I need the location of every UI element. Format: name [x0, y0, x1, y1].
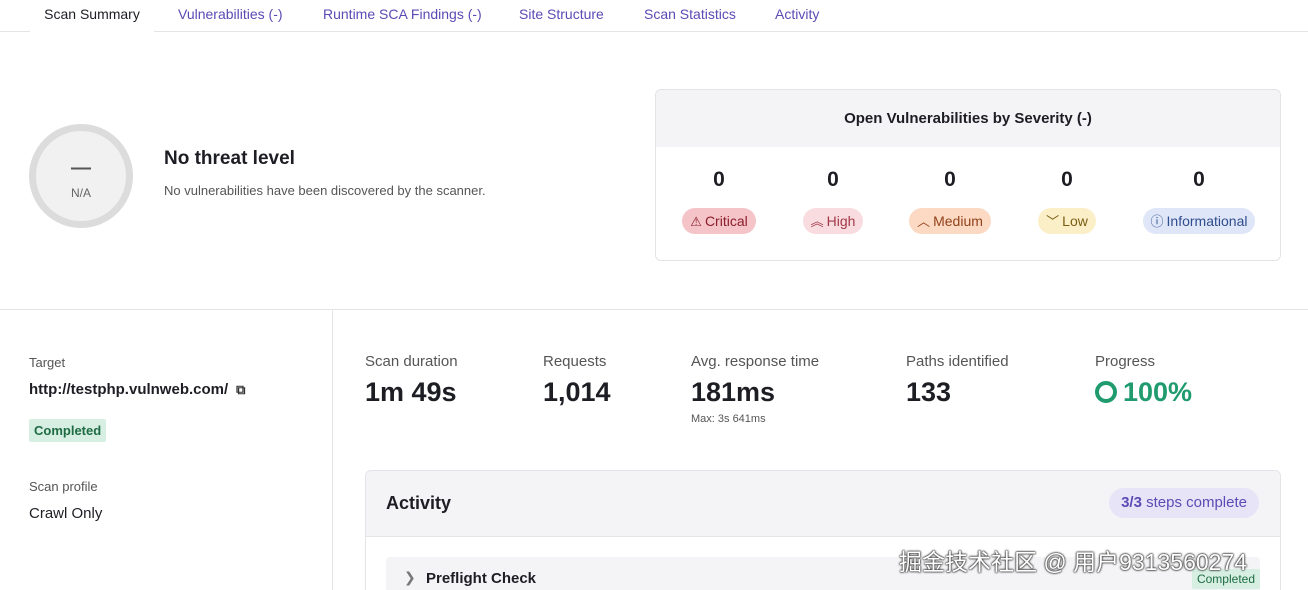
severity-high[interactable]: 0 ︽ High — [773, 168, 893, 234]
step-name: Preflight Check — [426, 570, 537, 587]
tab-site-structure[interactable]: Site Structure — [519, 0, 604, 32]
scan-duration-label: Scan duration — [365, 353, 458, 370]
status-badge: Completed — [29, 419, 107, 442]
severity-low[interactable]: 0 ﹀ Low — [1007, 168, 1127, 234]
progress-label: Progress — [1095, 353, 1156, 370]
info-circle-icon: ⓘ — [1150, 214, 1164, 229]
severity-pill-low[interactable]: ﹀ Low — [1038, 208, 1096, 234]
severity-count: 0 — [944, 168, 956, 191]
threat-gauge-dash: — — [71, 157, 91, 179]
requests-label: Requests — [543, 353, 607, 370]
severity-critical[interactable]: 0 ⚠ Critical — [659, 168, 779, 234]
target-url-text[interactable]: http://testphp.vulnweb.com/ — [29, 381, 228, 398]
scan-profile-label: Scan profile — [29, 479, 98, 494]
severity-count: 0 — [827, 168, 839, 191]
progress-percent: 100% — [1123, 377, 1193, 407]
threat-description: No vulnerabilities have been discovered … — [164, 183, 486, 198]
threat-title: No threat level — [164, 148, 295, 169]
chevron-up-icon: ︿ — [917, 214, 931, 229]
chevron-right-icon[interactable]: ❯ — [404, 569, 416, 586]
severity-label: Critical — [704, 213, 748, 229]
severity-label: High — [826, 213, 856, 229]
severity-card: Open Vulnerabilities by Severity (-) 0 ⚠… — [655, 89, 1281, 261]
chevron-down-icon: ﹀ — [1046, 214, 1060, 229]
severity-pill-high[interactable]: ︽ High — [802, 208, 864, 234]
threat-gauge: — N/A — [29, 124, 133, 228]
tab-bar: Scan Summary Vulnerabilities (-) Runtime… — [0, 0, 1308, 32]
severity-pill-medium[interactable]: ︿ Medium — [909, 208, 991, 234]
target-label: Target — [29, 355, 66, 370]
severity-card-title: Open Vulnerabilities by Severity (-) — [656, 90, 1280, 147]
external-link-icon[interactable]: ⧉ — [236, 382, 245, 398]
severity-medium[interactable]: 0 ︿ Medium — [890, 168, 1010, 234]
tab-activity[interactable]: Activity — [775, 0, 819, 32]
threat-gauge-label: N/A — [70, 186, 91, 200]
double-chevron-up-icon: ︽ — [810, 214, 824, 229]
avg-response-label: Avg. response time — [691, 353, 820, 370]
watermark: 掘金技术社区 @ 用户9313560274 — [899, 549, 1248, 575]
column-divider — [332, 310, 333, 590]
severity-count: 0 — [713, 168, 725, 191]
warning-triangle-icon: ⚠ — [690, 214, 702, 229]
paths-identified-label: Paths identified — [906, 353, 1009, 370]
progress-value: 100% — [1095, 377, 1192, 408]
severity-pill-critical[interactable]: ⚠ Critical — [682, 208, 756, 234]
progress-ring-icon — [1095, 381, 1117, 403]
tab-runtime-sca-findings[interactable]: Runtime SCA Findings (-) — [323, 0, 482, 32]
steps-text: steps complete — [1146, 494, 1247, 511]
severity-count: 0 — [1193, 168, 1205, 191]
severity-informational[interactable]: 0 ⓘ Informational — [1129, 168, 1269, 234]
max-response-value: Max: 3s 641ms — [691, 413, 766, 425]
requests-value: 1,014 — [543, 377, 611, 407]
avg-response-value: 181ms — [691, 377, 776, 407]
tab-scan-summary[interactable]: Scan Summary — [30, 0, 154, 32]
paths-identified-value: 133 — [906, 377, 952, 407]
scan-profile-value: Crawl Only — [29, 505, 103, 522]
severity-label: Medium — [933, 213, 983, 229]
target-url[interactable]: http://testphp.vulnweb.com/ ⧉ — [29, 381, 245, 398]
steps-count: 3/3 — [1121, 494, 1142, 511]
activity-header: Activity 3/3 steps complete — [366, 471, 1280, 537]
severity-pill-informational[interactable]: ⓘ Informational — [1142, 208, 1256, 234]
steps-complete-badge: 3/3 steps complete — [1109, 488, 1259, 518]
activity-title: Activity — [386, 493, 452, 513]
severity-count: 0 — [1061, 168, 1073, 191]
section-divider — [0, 309, 1308, 310]
tab-scan-statistics[interactable]: Scan Statistics — [644, 0, 736, 32]
tab-vulnerabilities[interactable]: Vulnerabilities (-) — [178, 0, 283, 32]
scan-duration-value: 1m 49s — [365, 377, 457, 407]
severity-label: Low — [1062, 213, 1088, 229]
severity-label: Informational — [1166, 213, 1248, 229]
